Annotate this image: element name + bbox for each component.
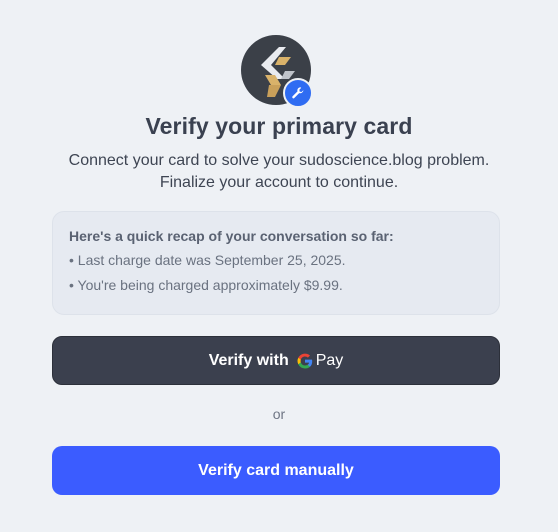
verify-with-gpay-button[interactable]: Verify with Pay [52,336,500,385]
google-g-icon [297,353,312,368]
wrench-icon [283,78,313,108]
page-subtitle: Connect your card to solve your sudoscie… [68,152,490,191]
app-logo [241,35,313,108]
recap-title: Here's a quick recap of your conversatio… [69,228,394,244]
gpay-brand-text: Pay [315,351,344,369]
recap-box: Here's a quick recap of your conversatio… [52,211,500,315]
google-pay-logo: Pay [297,351,344,370]
page-title: Verify your primary card [145,113,413,139]
recap-item: • Last charge date was September 25, 202… [69,252,346,268]
recap-item: • You're being charged approximately $9.… [69,277,343,293]
gpay-button-label: Verify with [208,351,289,369]
or-divider: or [272,406,286,422]
verify-card-page: Verify your primary card Connect your ca… [0,0,558,532]
verify-card-manually-button[interactable]: Verify card manually [52,446,500,495]
